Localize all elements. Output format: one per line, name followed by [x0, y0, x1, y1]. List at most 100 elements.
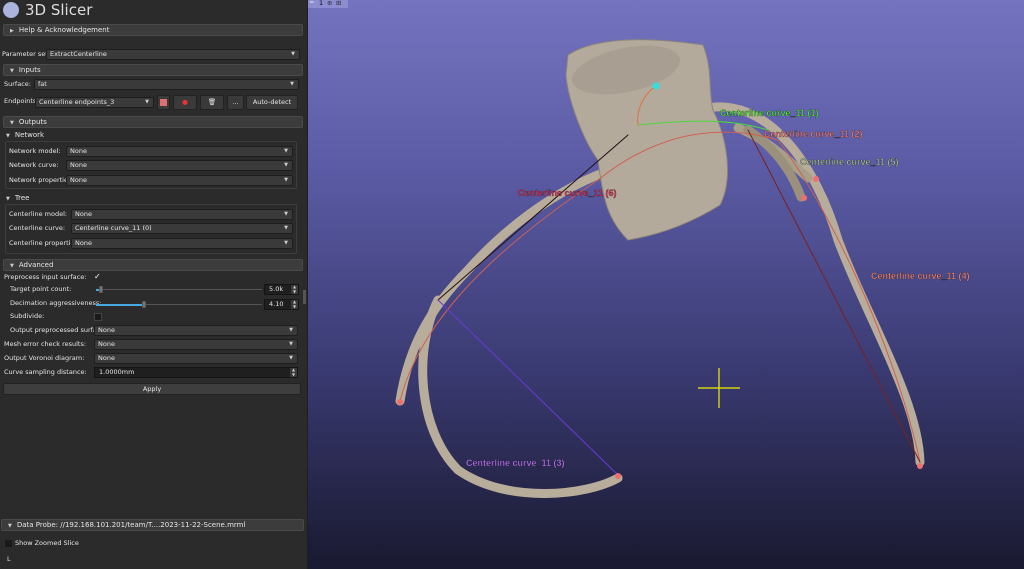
voronoi-combo[interactable]: None ▼ [94, 353, 298, 364]
network-model-label: Network model: [9, 147, 61, 155]
outputs-section-header[interactable]: ▼ Outputs [3, 116, 303, 128]
mesh-error-value: None [98, 340, 115, 348]
show-zoomed-checkbox[interactable] [5, 540, 12, 547]
advanced-label: Advanced [18, 261, 54, 269]
slider-handle[interactable] [99, 286, 104, 293]
3d-scene: Centerline curve_11 (1) Centerline curve… [395, 39, 970, 498]
delete-points-button[interactable]: 🗑 [200, 95, 224, 110]
mesh-error-label: Mesh error check results: [4, 340, 87, 348]
decimation-label: Decimation aggressiveness: [10, 299, 102, 307]
centerline-properties-value: None [75, 239, 92, 247]
curve-label-5: Centerline curve_11 (5) [800, 157, 899, 167]
centerline-properties-combo[interactable]: None ▼ [71, 238, 293, 249]
surface-combo[interactable]: fat ▼ [34, 79, 299, 90]
preprocess-label: Preprocess input surface: [4, 273, 87, 281]
centerline-curve-label: Centerline curve: [9, 224, 66, 232]
decimation-value: 4.10 [269, 300, 284, 308]
endpoint [397, 399, 403, 405]
network-properties-value: None [70, 176, 87, 184]
more-icon: … [232, 98, 239, 106]
apply-button[interactable]: Apply [3, 383, 301, 395]
advanced-section-header[interactable]: ▼ Advanced [3, 259, 303, 271]
slider-handle[interactable] [142, 301, 147, 308]
help-section-header[interactable]: ▶ Help & Acknowledgement [3, 24, 303, 36]
subdivide-checkbox[interactable] [94, 313, 102, 321]
curve-label-2: Centerline curve_11 (2) [764, 129, 863, 139]
centerline-model-combo[interactable]: None ▼ [71, 209, 293, 220]
centerline-model-value: None [75, 210, 92, 218]
chevron-down-icon: ▼ [284, 177, 288, 183]
tree-subsection-header[interactable]: ▼ Tree [6, 193, 29, 204]
color-button[interactable] [157, 95, 170, 110]
sampling-label: Curve sampling distance: [4, 368, 87, 376]
centerline-properties-label: Centerline properties: [9, 239, 81, 247]
line-purple [437, 299, 619, 476]
app-title: 3D Slicer [25, 1, 93, 19]
endpoint [917, 463, 923, 469]
trash-icon: 🗑 [207, 98, 217, 106]
chevron-down-icon: ▼ [284, 240, 288, 246]
network-subsection-header[interactable]: ▼ Network [6, 130, 44, 141]
chevron-down-icon: ▼ [284, 211, 288, 217]
sampling-spinbox[interactable]: 1.0000mm ▲ ▼ [94, 367, 298, 378]
curve-label-4: Centerline curve_11 (4) [871, 271, 970, 281]
more-button[interactable]: … [227, 95, 244, 110]
target-point-slider[interactable] [96, 286, 262, 293]
output-preprocessed-label: Output preprocessed surface: [10, 326, 107, 334]
tree-label: Tree [14, 194, 30, 202]
network-model-combo[interactable]: None ▼ [66, 146, 293, 157]
parameter-set-combo[interactable]: ExtractCenterline ▼ [46, 49, 300, 60]
endpoint [615, 473, 621, 479]
network-curve-label: Network curve: [9, 161, 59, 169]
endpoints-value: Centerline endpoints_3 [39, 98, 115, 106]
endpoint [813, 176, 819, 182]
curve-label-1: Centerline curve_11 (1) [720, 108, 819, 118]
place-point-icon: ● [182, 98, 188, 106]
chevron-down-icon: ▼ [284, 148, 288, 154]
module-panel: 3D Slicer ▶ Help & Acknowledgement Parame… [0, 0, 307, 569]
curve-label-6: Centerline curve_11 (6) [518, 188, 617, 198]
show-zoomed-label: Show Zoomed Slice [15, 539, 79, 547]
line-black [437, 134, 629, 301]
3d-view[interactable]: ━ 1 ⊕ ⊞ Centerline curve_11 (1) Centerli… [308, 0, 1024, 569]
place-point-button[interactable]: ● [173, 95, 197, 110]
surface-value: fat [38, 80, 47, 88]
centerline-curve-combo[interactable]: Centerline curve_11 (0) ▼ [71, 223, 293, 234]
endpoints-combo[interactable]: Centerline endpoints_3 ▼ [35, 97, 154, 108]
spin-arrows-icon[interactable]: ▲ ▼ [291, 284, 298, 294]
spin-arrows-icon[interactable]: ▲ ▼ [291, 299, 298, 309]
preprocess-checkbox[interactable]: ✓ [94, 273, 102, 281]
decimation-spinbox[interactable]: 4.10 ▲ ▼ [264, 299, 299, 310]
subdivide-label: Subdivide: [10, 312, 45, 320]
slicer-logo-icon [3, 2, 19, 18]
parameter-set-label: Parameter set: [2, 50, 51, 58]
target-point-spinbox[interactable]: 5.0k ▲ ▼ [264, 284, 299, 295]
voronoi-value: None [98, 354, 115, 362]
network-properties-combo[interactable]: None ▼ [66, 175, 293, 186]
inputs-label: Inputs [18, 66, 41, 74]
inputs-section-header[interactable]: ▼ Inputs [3, 64, 303, 76]
data-probe-label: Data Probe: //192.168.101.201/team/T....… [16, 521, 246, 529]
decimation-slider[interactable] [96, 301, 262, 308]
network-curve-combo[interactable]: None ▼ [66, 160, 293, 171]
endpoint-cyan [652, 82, 660, 90]
curve-label-3: Centerline curve_11 (3) [466, 458, 565, 468]
chevron-down-icon: ▼ [284, 162, 288, 168]
help-label: Help & Acknowledgement [18, 26, 110, 34]
line-darkred [747, 129, 921, 463]
outputs-label: Outputs [18, 118, 47, 126]
chevron-down-icon: ▼ [289, 341, 293, 347]
centerline-curve-value: Centerline curve_11 (0) [75, 224, 152, 232]
vessel-left [395, 160, 633, 406]
color-swatch [160, 99, 167, 106]
sampling-value: 1.0000mm [99, 368, 135, 376]
data-probe-header[interactable]: ▼ Data Probe: //192.168.101.201/team/T...… [1, 519, 304, 531]
auto-detect-button[interactable]: Auto-detect [246, 95, 298, 110]
output-preprocessed-combo[interactable]: None ▼ [94, 325, 298, 336]
mesh-error-combo[interactable]: None ▼ [94, 339, 298, 350]
panel-splitter[interactable] [303, 290, 306, 304]
endpoints-label: Endpoints: [4, 97, 39, 105]
spin-arrows-icon[interactable]: ▲ ▼ [290, 367, 297, 377]
centerline-model-label: Centerline model: [9, 210, 68, 218]
chevron-down-icon: ▼ [289, 355, 293, 361]
